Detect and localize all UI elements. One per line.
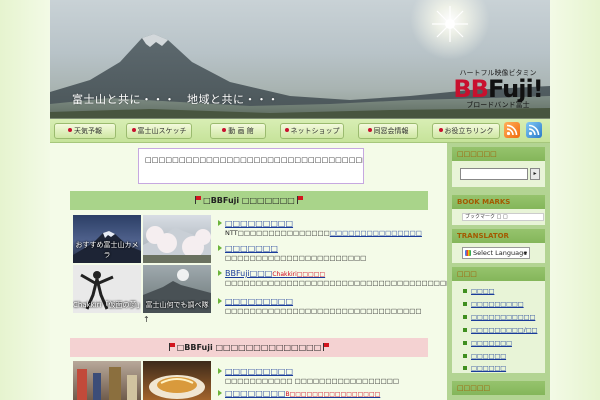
nav-weather[interactable]: 天気予報 [54, 123, 116, 139]
scroll-up-arrow-icon[interactable]: ↑ [143, 315, 150, 324]
rss-icon[interactable] [504, 122, 520, 138]
badge-tail: □□□□□ [296, 271, 326, 278]
category-link[interactable]: □□□□□□□□□ [463, 301, 547, 308]
nav-bullet-icon [438, 128, 443, 132]
site-logo[interactable]: ハートフル映像ビタミン BBFuji! ブロードバンド富士 [450, 68, 546, 114]
page: 富士山と共に・・・ 地域と共に・・・ ハートフル映像ビタミン BBFuji! ブ… [50, 0, 550, 400]
search-button[interactable]: ▸ [530, 168, 540, 180]
main-nav: 天気予報 富士山スケッチ 動 画 館 ネットショップ 同窓会情報 お役立ちリンク [50, 119, 550, 143]
notice-box: □□□□□□□□□□□□□□□□□□□□□□□□□□□□□□□□□□□□□□□□… [138, 148, 364, 184]
nav-bullet-icon [68, 128, 72, 132]
thumb-fuji-camera[interactable]: おすすめ富士山カメラ [73, 215, 141, 263]
sidebar-heading-translator: TRANSLATOR [452, 229, 545, 243]
thumb-caption: 富士山何でも調べ隊 [145, 301, 209, 309]
main-content: □□□□□□□□□□□□□□□□□□□□□□□□□□□□□□□□□□□□□□□□… [70, 143, 490, 400]
flag-icon [195, 196, 202, 204]
list-item: □□□□□□□□□ □□□□□□□□□□□□□□□□□□□□□□□□□□□□□□… [218, 297, 428, 316]
desc-text: NTT□□□□□□□□□□□□□□□ [225, 229, 330, 237]
list-item: □□□□□□□□□ □□□□□□□□□□□ □□□□□□□□□□□□□□□□□ [218, 367, 428, 386]
chevron-down-icon: ▾ [523, 249, 527, 257]
thumb-street-scene[interactable] [73, 361, 141, 400]
flag-icon [168, 343, 175, 351]
list-badge: B□□□□□□□□□□□□□□□□ [285, 391, 381, 398]
title-text: □□□□□□□□ [225, 389, 286, 398]
list-item-title[interactable]: □□□□□□□□□ [218, 367, 428, 376]
nav-alumni[interactable]: 同窓会情報 [358, 123, 418, 139]
nav-video[interactable]: 動 画 館 [210, 123, 266, 139]
nav-label: お役立ちリンク [444, 127, 494, 135]
nav-bullet-icon [131, 128, 136, 132]
list-item-desc: □□□□□□□□□□□□□□□□□□□□□□□□□□□□□□□□ [225, 307, 422, 315]
sidebar-heading-bookmarks: BOOK MARKS [452, 195, 545, 209]
thumb-chakkiri-mask[interactable]: Chakkiri「仮面の夢」 [73, 265, 141, 313]
nav-label: 天気予報 [74, 127, 102, 135]
section-title: □BBFuji □□□□□□□□□□□□□□ [176, 343, 322, 352]
sidebar-heading-search: □□□□□□ [452, 147, 545, 161]
nav-label: 富士山スケッチ [137, 127, 187, 135]
google-icon [465, 250, 471, 256]
logo-bb: BB [453, 75, 489, 103]
nav-bullet-icon [284, 128, 289, 132]
nav-bullet-icon [222, 128, 227, 132]
search-panel: ▸ [452, 161, 545, 187]
header-tagline: 富士山と共に・・・ 地域と共に・・・ [72, 93, 279, 106]
list-item-desc: NTT□□□□□□□□□□□□□□□□□□□□□□□□□□□□□□ [218, 229, 428, 238]
thumb-caption: おすすめ富士山カメラ [75, 241, 139, 259]
bookmark-buttons[interactable]: ブックマーク □ □ [462, 213, 544, 221]
thumb-cherry-blossom[interactable] [143, 215, 211, 263]
categories-panel: □□□□ □□□□□□□□□ □□□□□□□□□□□ □□□□□□□□□/□□ … [452, 281, 545, 373]
title-text: BBFuji□□□ [225, 269, 273, 278]
list-item-title[interactable]: □□□□□□□□□ [218, 297, 428, 306]
sun-star-icon [432, 6, 468, 42]
language-label: Select Language [473, 249, 528, 257]
list-item: □□□□□□□ □□□□□□□□□□□□□□□□□□□□□□□ [218, 244, 428, 263]
language-select[interactable]: Select Language ▾ [462, 247, 530, 259]
category-link[interactable]: □□□□□□ [463, 353, 547, 360]
nav-label: ネットショップ [290, 127, 340, 135]
section-title: □BBFuji □□□□□□□ [203, 196, 295, 205]
nav-bullet-icon [367, 128, 372, 132]
nav-label: 動 画 館 [228, 127, 254, 135]
category-link[interactable]: □□□□□□ [463, 365, 547, 372]
flag-icon [323, 343, 330, 351]
desc-link[interactable]: □□□□□□□□□□□□□□□ [330, 229, 422, 237]
search-input[interactable] [460, 168, 528, 180]
nav-fuji-sketch[interactable]: 富士山スケッチ [126, 123, 192, 139]
rss-feed-icon[interactable] [526, 122, 542, 138]
list-item-title[interactable]: □□□□□□□□□ [218, 219, 428, 228]
list-item-desc: □□□□□□□□□□□□□□□□□□□□□□□□□□□□□□□□□□□□□□□□… [225, 279, 490, 287]
nav-net-shop[interactable]: ネットショップ [280, 123, 344, 139]
logo-wordmark: BBFuji! [450, 75, 546, 103]
thumb-caption: Chakkiri「仮面の夢」 [73, 301, 141, 309]
category-link[interactable]: □□□□□□□ [463, 340, 547, 347]
translator-panel: Select Language ▾ [452, 243, 545, 263]
sidebar-heading-bottom: □□□□□ [452, 381, 545, 395]
list-item-title[interactable]: □□□□□□□□B□□□□□□□□□□□□□□□□ [218, 389, 428, 398]
sidebar: □□□□□□ ▸ BOOK MARKS ブックマーク □ □ TRANSLATO… [447, 143, 550, 400]
category-link[interactable]: □□□□□□□□□□□ [463, 314, 547, 321]
list-item-title[interactable]: BBFuji□□□Chakkiri□□□□□ [218, 269, 428, 278]
list-item-desc: □□□□□□□□□□□□□□□□□□□□□□□ [225, 254, 367, 262]
list-item-title[interactable]: □□□□□□□ [218, 244, 428, 253]
thumb-fuji-research[interactable]: 富士山何でも調べ隊 [143, 265, 211, 313]
bookmarks-panel: ブックマーク □ □ [452, 209, 545, 225]
list-item: □□□□□□□□B□□□□□□□□□□□□□□□□ [218, 389, 428, 398]
thumb-food[interactable] [143, 361, 211, 400]
logo-fuji: Fuji! [487, 75, 544, 103]
chakkiri-badge: Chakkiri [272, 271, 297, 278]
nav-useful-links[interactable]: お役立ちリンク [432, 123, 500, 139]
section-heading-features: □BBFuji □□□□□□□ [70, 191, 428, 210]
section-heading-local: □BBFuji □□□□□□□□□□□□□□ [70, 338, 428, 357]
category-link[interactable]: □□□□ [463, 288, 547, 295]
flag-icon [296, 196, 303, 204]
category-link[interactable]: □□□□□□□□□/□□ [463, 327, 547, 334]
header-banner: 富士山と共に・・・ 地域と共に・・・ ハートフル映像ビタミン BBFuji! ブ… [50, 0, 550, 119]
nav-label: 同窓会情報 [373, 127, 409, 135]
list-item: □□□□□□□□□ NTT□□□□□□□□□□□□□□□□□□□□□□□□□□□… [218, 219, 428, 238]
list-item: BBFuji□□□Chakkiri□□□□□ □□□□□□□□□□□□□□□□□… [218, 269, 490, 288]
list-item-desc: □□□□□□□□□□□ □□□□□□□□□□□□□□□□□ [225, 377, 400, 385]
sidebar-heading-categories: □□□ [452, 267, 545, 281]
